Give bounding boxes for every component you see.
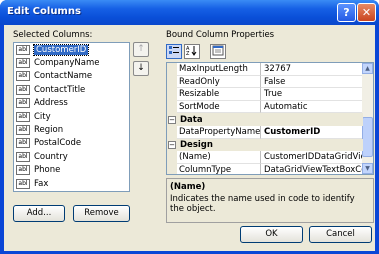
property-name: MaxInputLength [177, 63, 261, 76]
column-list-item[interactable]: abl Region [14, 123, 129, 136]
property-row[interactable]: SortMode Automatic [167, 100, 363, 114]
column-name: CustomerID [32, 43, 90, 56]
column-name: ContactTitle [34, 84, 86, 95]
property-name: Resizable [177, 88, 261, 101]
scroll-thumb[interactable] [362, 117, 373, 157]
property-description-panel: (Name) Indicates the name used in code t… [166, 178, 374, 223]
property-row[interactable]: DataPropertyName CustomerID [167, 126, 363, 139]
selected-columns-list[interactable]: abl CustomerID abl CompanyName abl ContactNam… [13, 42, 130, 192]
row-margin [167, 163, 177, 174]
textbox-column-icon: abl [16, 111, 30, 122]
column-name: Address [34, 98, 68, 109]
property-row[interactable]: (Name)CustomerIDDataGridViewT [167, 151, 363, 164]
textbox-column-icon: abl [16, 125, 30, 136]
textbox-column-icon: abl [16, 98, 30, 109]
property-name: SortMode [177, 100, 261, 114]
textbox-column-icon: abl [16, 151, 30, 162]
edit-columns-window: Edit Columns ? ✕ Selected Columns: abl Cu… [0, 0, 379, 254]
column-name: Country [34, 151, 68, 162]
column-list-item[interactable]: abl Phone [14, 164, 129, 177]
move-down-button[interactable]: ↓ [133, 61, 149, 76]
property-pages-icon[interactable] [210, 44, 226, 59]
property-value[interactable]: CustomerIDDataGridViewT [261, 151, 363, 164]
scroll-down-arrow-icon[interactable]: ▼ [362, 163, 373, 174]
row-margin [167, 63, 177, 76]
column-name: Phone [34, 165, 61, 176]
arrow-up-icon: ↑ [137, 44, 145, 54]
property-value[interactable]: True [261, 88, 363, 101]
column-list-item[interactable]: abl ContactTitle [14, 83, 129, 96]
property-name: DataPropertyName [177, 126, 261, 139]
column-list-item[interactable]: abl PostalCode [14, 137, 129, 150]
description-title: (Name) [170, 182, 206, 192]
property-grid-scrollbar[interactable]: ▲ ▼ [362, 63, 373, 174]
column-name: Region [34, 125, 64, 136]
column-name: ContactName [34, 71, 93, 82]
property-value[interactable]: False [261, 76, 363, 89]
column-name: PostalCode [34, 138, 82, 149]
window-title: Edit Columns [7, 6, 81, 17]
property-grid[interactable]: ColumnTypeDataGridViewTextBoxColu(Name)C… [166, 62, 374, 175]
collapse-icon[interactable]: − [168, 140, 176, 149]
help-button[interactable]: ? [337, 3, 356, 22]
collapse-icon[interactable]: − [168, 115, 176, 124]
property-grid-toolbar: AZ [166, 43, 374, 61]
property-name: ReadOnly [177, 75, 261, 89]
property-name: (Name) [177, 151, 261, 164]
cancel-button[interactable]: Cancel [309, 226, 372, 243]
column-list-item[interactable]: abl CustomerID [14, 43, 129, 56]
scroll-up-arrow-icon[interactable]: ▲ [362, 63, 373, 74]
ok-button[interactable]: OK [240, 226, 303, 243]
selected-columns-label: Selected Columns: [13, 30, 93, 40]
row-margin [167, 75, 177, 89]
property-row[interactable]: ReadOnly False [167, 75, 363, 89]
property-category[interactable]: − Design [167, 138, 363, 152]
svg-text:Z: Z [186, 51, 190, 56]
column-name: City [34, 111, 51, 122]
remove-button[interactable]: Remove [73, 205, 130, 222]
dialog-body: Selected Columns: abl CustomerID abl Compan… [4, 25, 375, 251]
categorized-icon[interactable] [166, 44, 182, 59]
textbox-column-icon: abl [16, 178, 30, 189]
property-row[interactable]: ColumnTypeDataGridViewTextBoxColu [167, 163, 363, 174]
column-list-item[interactable]: abl Address [14, 97, 129, 110]
bound-column-properties-label: Bound Column Properties [166, 30, 275, 40]
property-value[interactable]: CustomerID [261, 126, 363, 139]
row-margin [167, 100, 177, 114]
textbox-column-icon: abl [16, 44, 30, 55]
property-value[interactable]: Automatic [261, 101, 363, 114]
title-bar[interactable]: Edit Columns ? ✕ [0, 0, 379, 25]
textbox-column-icon: abl [16, 71, 30, 82]
property-row[interactable]: MaxInputLength 32767 [167, 63, 363, 76]
textbox-column-icon: abl [16, 84, 30, 95]
property-row[interactable]: Resizable True [167, 88, 363, 101]
column-name: Fax [34, 178, 49, 189]
column-list-item[interactable]: abl ContactName [14, 70, 129, 83]
add-button[interactable]: Add... [13, 205, 65, 222]
textbox-column-icon: abl [16, 165, 30, 176]
alphabetical-icon[interactable]: AZ [184, 44, 200, 59]
property-category[interactable]: − Data [167, 113, 363, 126]
category-label: Data [180, 114, 203, 125]
column-list-item[interactable]: abl CompanyName [14, 56, 129, 69]
move-up-button[interactable]: ↑ [133, 42, 149, 57]
column-list-item[interactable]: abl Fax [14, 177, 129, 190]
column-list-item[interactable]: abl Country [14, 150, 129, 163]
category-label: Design [180, 139, 213, 150]
property-name: ColumnType [177, 163, 261, 174]
column-name: CompanyName [34, 58, 100, 69]
row-margin [167, 88, 177, 101]
description-text: Indicates the name used in code to ident… [170, 194, 355, 214]
arrow-down-icon: ↓ [137, 63, 145, 73]
textbox-column-icon: abl [16, 138, 30, 149]
textbox-column-icon: abl [16, 58, 30, 69]
close-button[interactable]: ✕ [357, 3, 376, 22]
row-margin [167, 126, 177, 139]
row-margin [167, 151, 177, 164]
column-list-item[interactable]: abl City [14, 110, 129, 123]
property-value[interactable]: 32767 [261, 63, 363, 76]
property-value[interactable]: DataGridViewTextBoxColu [261, 164, 363, 174]
